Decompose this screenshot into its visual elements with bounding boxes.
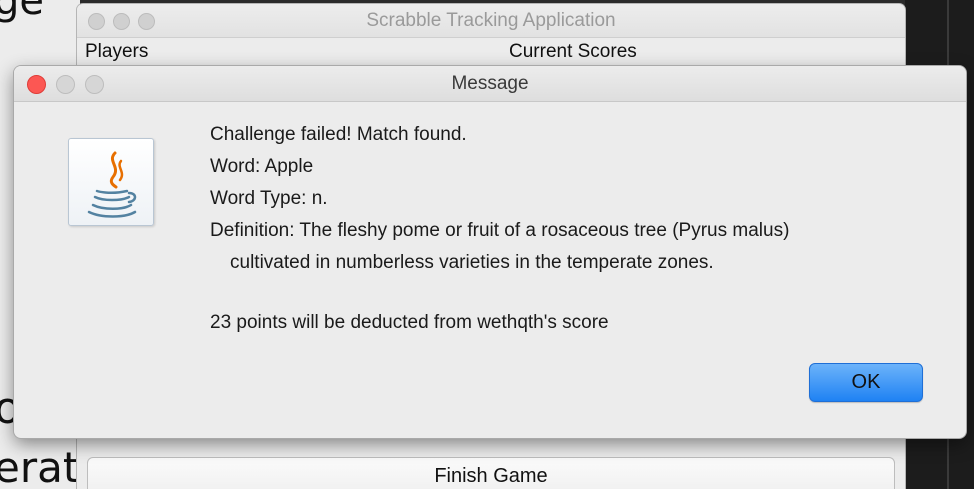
dialog-minimize-button: [56, 75, 75, 94]
current-scores-column-header: Current Scores: [509, 41, 637, 62]
ok-button[interactable]: OK: [809, 363, 923, 402]
zoom-button[interactable]: [138, 13, 155, 30]
dialog-zoom-button: [85, 75, 104, 94]
background-text-fragment: erat: [0, 443, 80, 489]
window-controls: [88, 13, 155, 30]
app-titlebar[interactable]: Scrabble Tracking Application: [77, 4, 905, 38]
definition-text: Definition: The fleshy pome or fruit of …: [210, 220, 790, 241]
dialog-close-button[interactable]: [27, 75, 46, 94]
message-dialog: Message Challenge failed! Match found. W…: [14, 66, 966, 438]
score-table-header: Players Current Scores: [77, 40, 905, 66]
app-window-title: Scrabble Tracking Application: [366, 10, 616, 31]
challenge-result-text: Challenge failed! Match found.: [210, 124, 467, 145]
word-type-text: Word Type: n.: [210, 188, 328, 209]
word-text: Word: Apple: [210, 156, 314, 177]
finish-game-button[interactable]: Finish Game: [87, 457, 895, 489]
dialog-window-controls: [27, 75, 104, 94]
background-text-fragment: ge: [0, 0, 44, 24]
close-button[interactable]: [88, 13, 105, 30]
definition-continuation-text: cultivated in numberless varieties in th…: [230, 252, 714, 273]
points-deduction-text: 23 points will be deducted from wethqth'…: [210, 312, 609, 333]
dialog-title: Message: [451, 73, 529, 94]
players-column-header: Players: [85, 41, 149, 62]
minimize-button[interactable]: [113, 13, 130, 30]
java-coffee-cup-icon: [68, 138, 154, 226]
dialog-titlebar[interactable]: Message: [14, 66, 966, 102]
